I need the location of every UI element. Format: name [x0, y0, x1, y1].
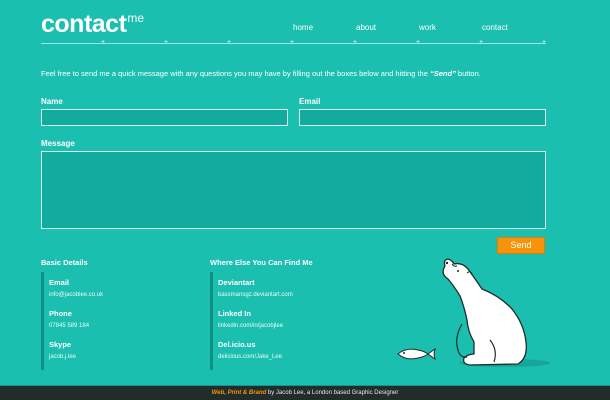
message-label: Message: [41, 139, 75, 148]
basic-details-bar: [41, 272, 44, 370]
basic-details-title: Basic Details: [41, 258, 88, 267]
footer-text: by Jacob Lee, a London based Graphic Des…: [266, 390, 399, 396]
linkedin-link[interactable]: linkedin.com/in/jacobjlee: [218, 321, 283, 331]
email-detail-label: Email: [49, 278, 70, 287]
divider-plus-icon: +: [542, 39, 547, 46]
intro-after: button.: [455, 69, 481, 78]
deviantart-link[interactable]: bassmansgz.deviantart.com: [218, 290, 293, 300]
divider-plus-icon: +: [164, 39, 169, 46]
site-logo[interactable]: contact me: [41, 8, 144, 40]
footer-accent: Web, Print & Brand: [211, 390, 267, 396]
skype-detail-label: Skype: [49, 340, 72, 349]
send-button[interactable]: Send: [497, 237, 545, 254]
linkedin-label: Linked In: [218, 309, 251, 318]
email-label: Email: [299, 97, 321, 106]
delicious-link[interactable]: delicious.com/Jake_Lee: [218, 352, 282, 362]
phone-detail-label: Phone: [49, 309, 72, 318]
nav-work[interactable]: work: [419, 22, 436, 34]
name-field[interactable]: [41, 109, 288, 126]
elsewhere-title: Where Else You Can Find Me: [210, 258, 313, 267]
nav-home[interactable]: home: [293, 22, 313, 34]
phone-detail-value: 07845 589 184: [49, 323, 90, 329]
nav-about[interactable]: about: [356, 22, 376, 34]
intro-emphasis: “Send”: [429, 69, 456, 78]
delicious-label: Del.icio.us: [218, 340, 256, 349]
logo-text: contact: [41, 10, 127, 38]
elsewhere-bar: [210, 272, 213, 370]
deviantart-label: Deviantart: [218, 278, 255, 287]
divider-plus-icon: +: [290, 39, 295, 46]
name-label: Name: [41, 97, 63, 106]
divider-plus-icon: +: [353, 39, 358, 46]
email-field[interactable]: [299, 109, 546, 126]
intro-before: Feel free to send me a quick message wit…: [41, 69, 430, 78]
divider-plus-icon: +: [227, 39, 232, 46]
logo-superscript: me: [127, 11, 145, 25]
message-field[interactable]: [41, 151, 546, 229]
skype-detail-value: jacob.j.lee: [49, 354, 77, 360]
divider-plus-icon: +: [101, 39, 106, 46]
nav-contact[interactable]: contact: [482, 22, 508, 34]
site-footer: Web, Print & Brand by Jacob Lee, a Londo…: [0, 385, 610, 400]
fish-icon: [397, 347, 436, 361]
divider-plus-icon: +: [479, 39, 484, 46]
intro-text: Feel free to send me a quick message wit…: [41, 68, 481, 80]
divider-plus-icon: +: [416, 39, 421, 46]
polar-bear-illustration: [397, 258, 550, 367]
email-detail-value[interactable]: info@jacoblee.co.uk: [49, 290, 103, 300]
